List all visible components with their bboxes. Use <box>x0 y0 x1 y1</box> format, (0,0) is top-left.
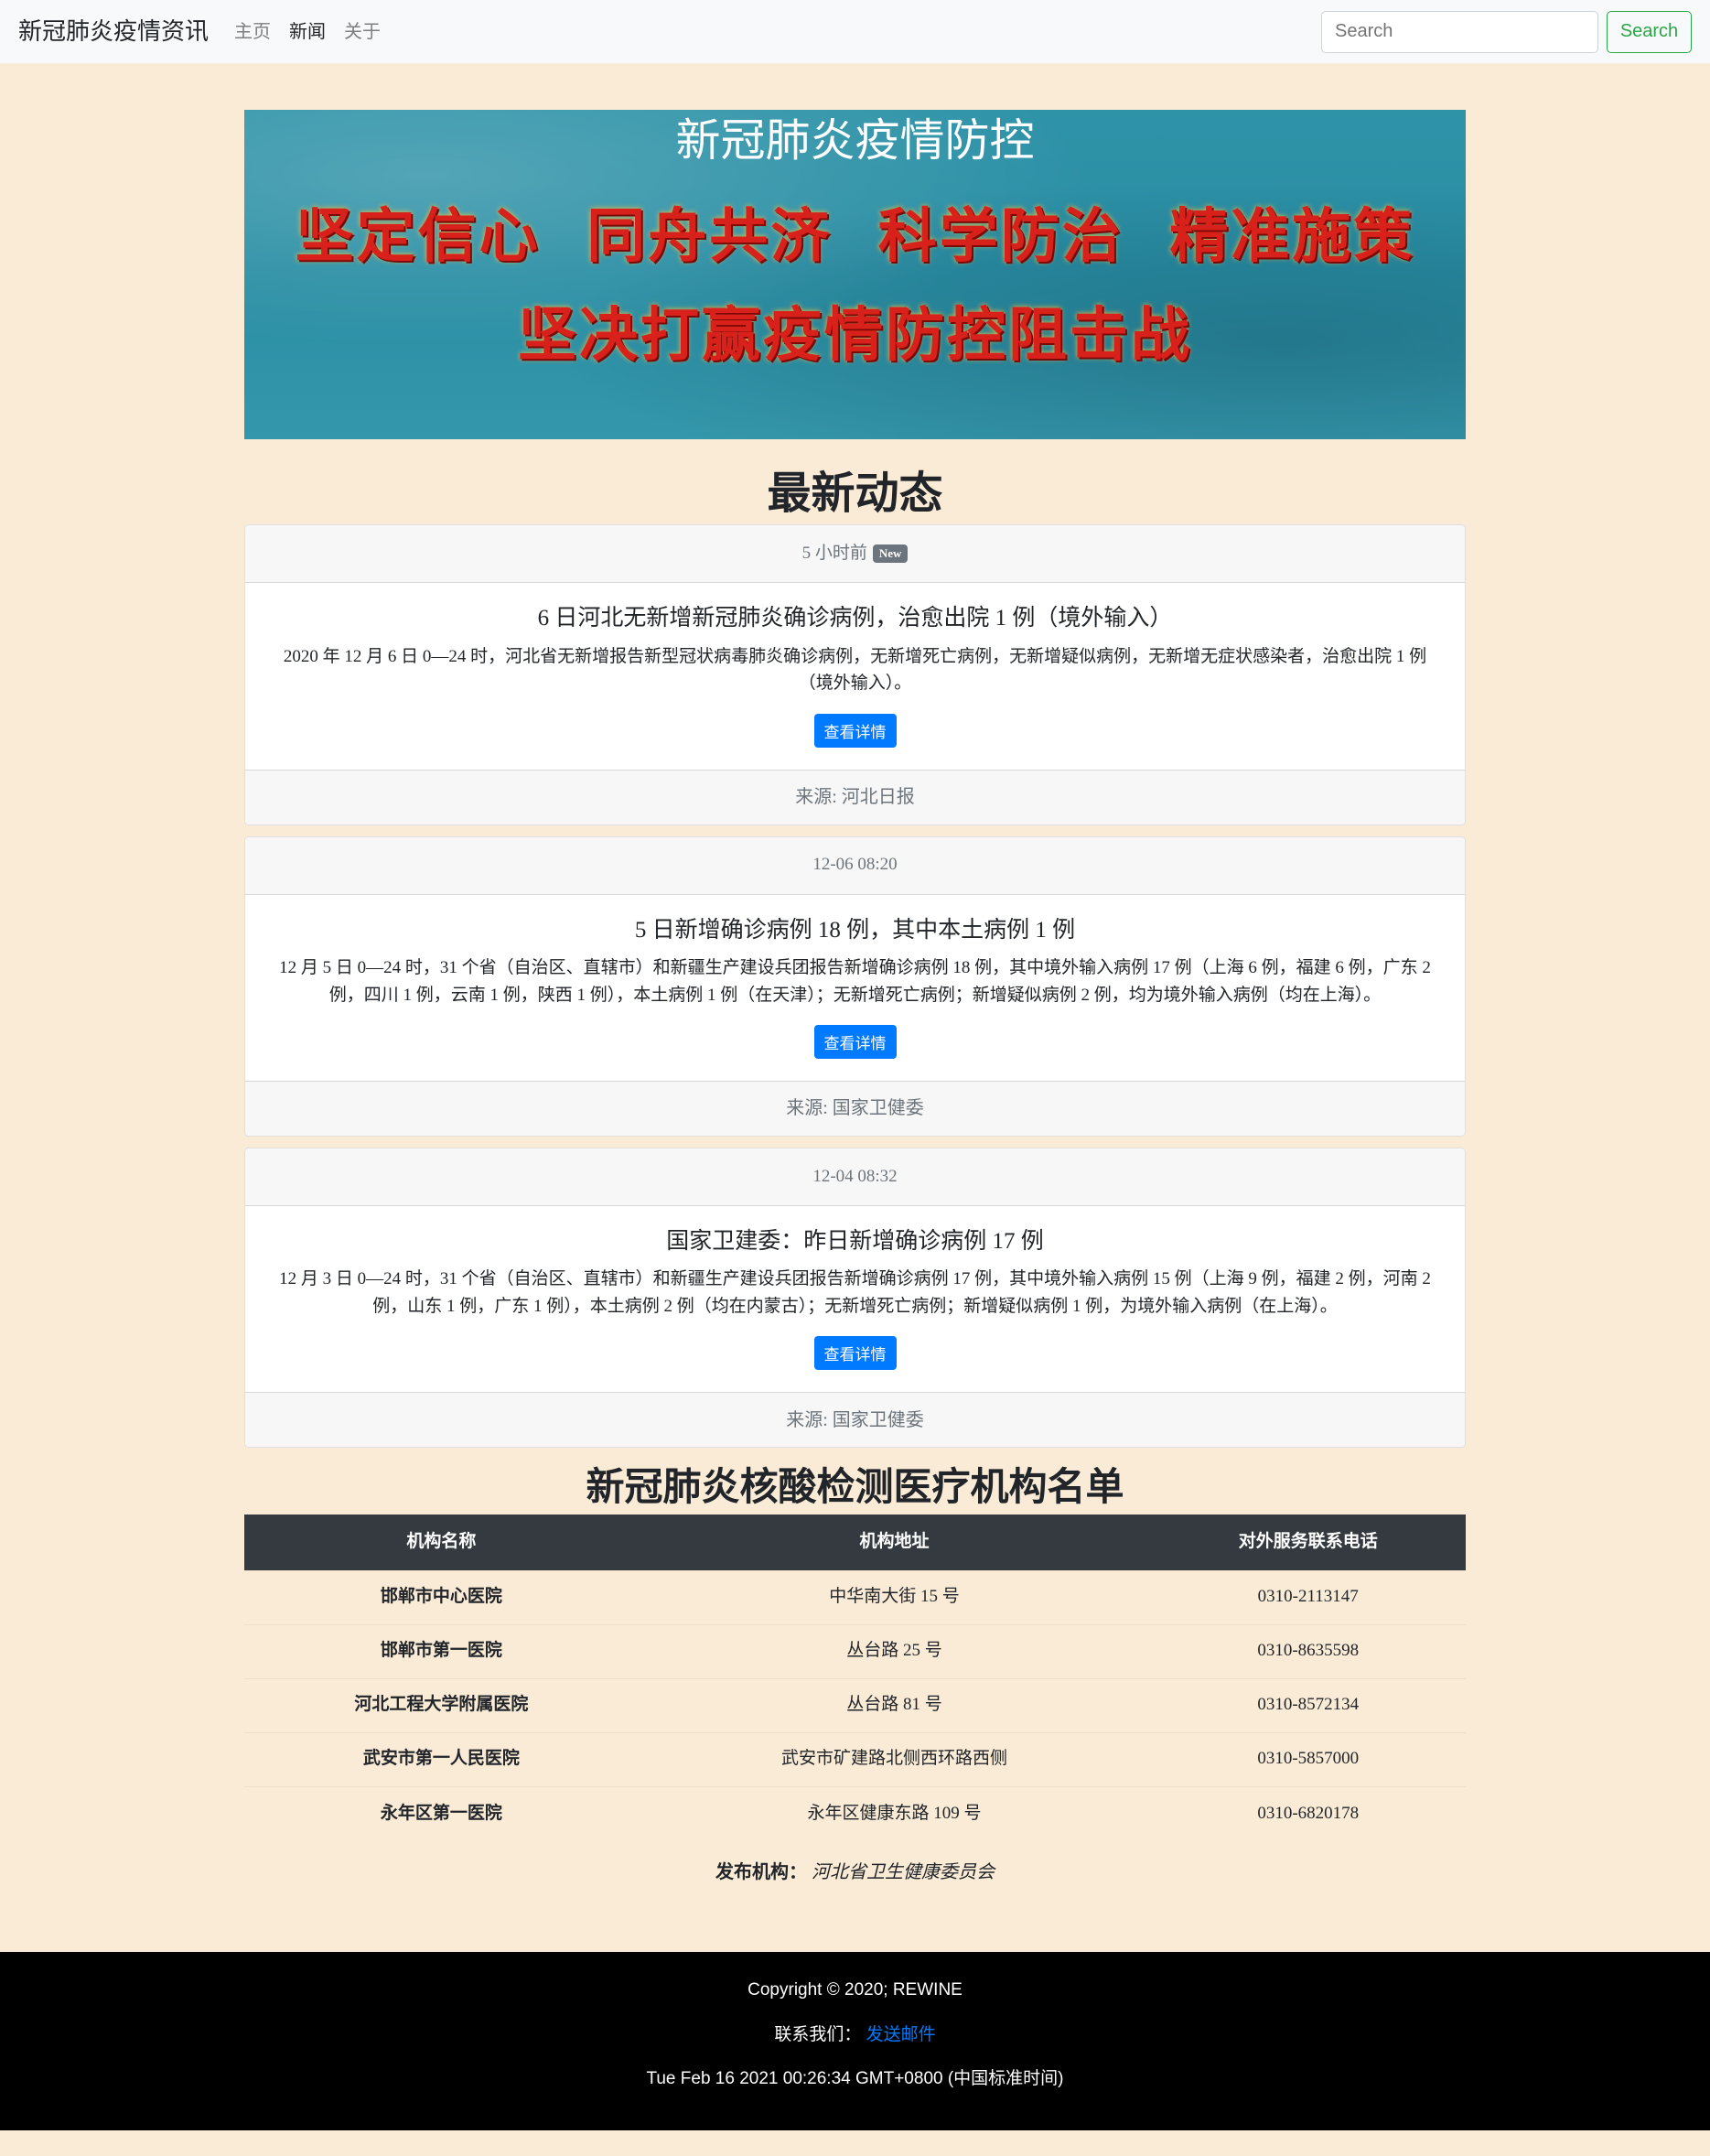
publisher-line: 发布机构： 河北省卫生健康委员会 <box>244 1859 1466 1886</box>
banner-title: 新冠肺炎疫情防控 <box>675 116 1035 166</box>
news-title: 5 日新增确诊病例 18 例，其中本土病例 1 例 <box>634 917 1076 943</box>
column-header-address: 机构地址 <box>638 1515 1151 1571</box>
banner-slogan-line1: 坚定信心 同舟共济 科学防治 精准施策 <box>295 201 1415 271</box>
hospital-phone: 0310-2113147 <box>1150 1569 1466 1625</box>
news-card-body: 5 日新增确诊病例 18 例，其中本土病例 1 例 12 月 5 日 0—24 … <box>245 895 1465 1081</box>
news-source: 来源: 国家卫健委 <box>245 1080 1465 1136</box>
publisher-name: 河北省卫生健康委员会 <box>812 1862 995 1883</box>
view-details-button[interactable]: 查看详情 <box>813 1024 897 1059</box>
table-row: 武安市第一人民医院 武安市矿建路北侧西环路西侧 0310-5857000 <box>244 1731 1466 1787</box>
hospital-name: 河北工程大学附属医院 <box>244 1677 639 1733</box>
news-summary: 12 月 5 日 0—24 时，31 个省（自治区、直辖市）和新疆生产建设兵团报… <box>279 958 1431 1005</box>
news-time: 5 小时前 <box>801 543 867 563</box>
hospital-address: 永年区健康东路 109 号 <box>638 1785 1151 1841</box>
hospital-address: 丛台路 25 号 <box>638 1623 1151 1679</box>
main-content: 新冠肺炎疫情防控 坚定信心 同舟共济 科学防治 精准施策 坚决打赢疫情防控阻击战… <box>244 110 1466 1886</box>
column-header-name: 机构名称 <box>244 1515 639 1571</box>
news-card: 12-04 08:32 国家卫建委：昨日新增确诊病例 17 例 12 月 3 日… <box>244 1147 1466 1449</box>
news-source: 来源: 国家卫健委 <box>245 1392 1465 1448</box>
news-card: 12-06 08:20 5 日新增确诊病例 18 例，其中本土病例 1 例 12… <box>244 835 1466 1137</box>
news-heading: 最新动态 <box>767 469 943 518</box>
news-summary: 12 月 3 日 0—24 时，31 个省（自治区、直辖市）和新疆生产建设兵团报… <box>279 1269 1431 1316</box>
top-navbar: 新冠肺炎疫情资讯 主页 新闻 关于 Search <box>0 0 1710 63</box>
hospital-phone: 0310-6820178 <box>1150 1785 1466 1841</box>
hospital-address: 中华南大街 15 号 <box>638 1569 1151 1625</box>
banner-slogan-line2: 坚决打赢疫情防控阻击战 <box>518 300 1192 370</box>
hospital-phone: 0310-5857000 <box>1150 1731 1466 1787</box>
news-card-body: 6 日河北无新增新冠肺炎确诊病例，治愈出院 1 例（境外输入） 2020 年 1… <box>245 583 1465 769</box>
hospitals-heading: 新冠肺炎核酸检测医疗机构名单 <box>586 1465 1124 1509</box>
table-row: 邯郸市中心医院 中华南大街 15 号 0310-2113147 <box>244 1569 1466 1625</box>
contact-line: 联系我们： 发送邮件 <box>0 2022 1710 2049</box>
new-badge: New <box>872 544 909 564</box>
news-card-header: 5 小时前 New <box>245 525 1465 584</box>
news-card-body: 国家卫建委：昨日新增确诊病例 17 例 12 月 3 日 0—24 时，31 个… <box>245 1206 1465 1392</box>
copyright-text: Copyright © 2020; REWINE <box>747 1980 963 2000</box>
news-card-header: 12-04 08:32 <box>245 1148 1465 1206</box>
nav-link-home[interactable]: 主页 <box>234 18 271 46</box>
send-email-link[interactable]: 发送邮件 <box>866 2025 936 2044</box>
news-time: 12-04 08:32 <box>812 1166 898 1186</box>
news-card-header: 12-06 08:20 <box>245 836 1465 895</box>
hospital-name: 邯郸市第一医院 <box>244 1623 639 1679</box>
view-details-button[interactable]: 查看详情 <box>813 1336 897 1371</box>
news-title: 6 日河北无新增新冠肺炎确诊病例，治愈出院 1 例（境外输入） <box>537 606 1173 631</box>
news-title: 国家卫建委：昨日新增确诊病例 17 例 <box>666 1228 1044 1254</box>
nav-link-about[interactable]: 关于 <box>344 18 381 46</box>
table-row: 河北工程大学附属医院 丛台路 81 号 0310-8572134 <box>244 1677 1466 1733</box>
table-row: 邯郸市第一医院 丛台路 25 号 0310-8635598 <box>244 1623 1466 1679</box>
news-summary: 2020 年 12 月 6 日 0—24 时，河北省无新增报告新型冠状病毒肺炎确… <box>283 646 1427 694</box>
hospital-address: 武安市矿建路北侧西环路西侧 <box>638 1731 1151 1787</box>
table-header: 机构名称 机构地址 对外服务联系电话 <box>244 1515 1466 1571</box>
hospital-name: 永年区第一医院 <box>244 1785 639 1841</box>
hospital-name: 邯郸市中心医院 <box>244 1569 639 1625</box>
contact-label: 联系我们： <box>774 2024 862 2044</box>
news-source: 来源: 河北日报 <box>245 769 1465 825</box>
news-card: 5 小时前 New 6 日河北无新增新冠肺炎确诊病例，治愈出院 1 例（境外输入… <box>244 524 1466 825</box>
column-header-phone: 对外服务联系电话 <box>1150 1515 1466 1571</box>
hospitals-table: 机构名称 机构地址 对外服务联系电话 邯郸市中心医院 中华南大街 15 号 03… <box>244 1515 1466 1841</box>
hospital-address: 丛台路 81 号 <box>638 1677 1151 1733</box>
page-footer: Copyright © 2020; REWINE 联系我们： 发送邮件 Tue … <box>0 1952 1710 2131</box>
hospital-name: 武安市第一人民医院 <box>244 1731 639 1787</box>
news-time: 12-06 08:20 <box>812 855 898 875</box>
search-button[interactable]: Search <box>1607 10 1692 53</box>
current-datetime: Tue Feb 16 2021 00:26:34 GMT+0800 (中国标准时… <box>646 2069 1064 2089</box>
hospital-phone: 0310-8635598 <box>1150 1623 1466 1679</box>
view-details-button[interactable]: 查看详情 <box>813 713 897 748</box>
publisher-label: 发布机构： <box>715 1862 807 1883</box>
hospital-phone: 0310-8572134 <box>1150 1677 1466 1733</box>
banner-image: 新冠肺炎疫情防控 坚定信心 同舟共济 科学防治 精准施策 坚决打赢疫情防控阻击战 <box>244 110 1466 439</box>
search-input[interactable] <box>1321 10 1598 53</box>
navbar-brand[interactable]: 新冠肺炎疫情资讯 <box>18 14 209 49</box>
nav-link-news[interactable]: 新闻 <box>289 18 326 46</box>
table-row: 永年区第一医院 永年区健康东路 109 号 0310-6820178 <box>244 1785 1466 1841</box>
